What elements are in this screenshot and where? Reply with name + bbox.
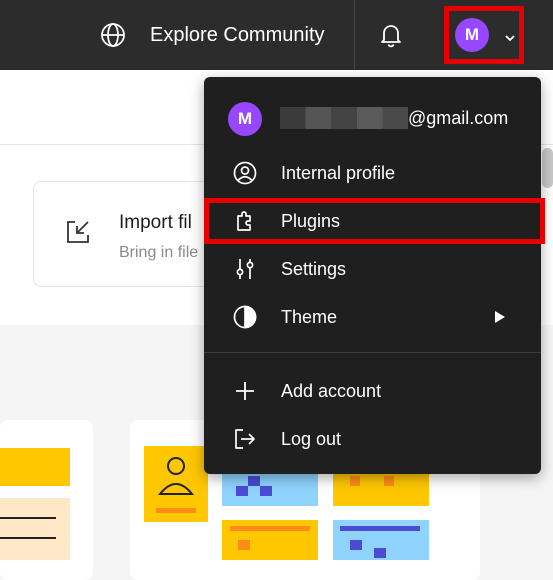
user-circle-icon (233, 161, 257, 185)
menu-item-label: Internal profile (281, 163, 396, 183)
logout-icon (233, 427, 257, 451)
plugin-icon (233, 209, 257, 233)
scrollbar[interactable] (542, 148, 553, 188)
top-bar: Explore Community M (0, 0, 553, 70)
menu-item-label: Settings (281, 259, 347, 279)
bell-icon[interactable] (378, 22, 404, 48)
import-card-title: Import fil (119, 212, 192, 233)
menu-item-internal-profile[interactable]: Internal profile (204, 150, 541, 196)
avatar: M (228, 102, 262, 136)
import-card-subtitle: Bring in file (119, 244, 199, 261)
menu-item-label: Theme (281, 307, 338, 327)
account-row[interactable]: M @gmail.com (204, 95, 541, 143)
account-menu-button[interactable]: M (444, 6, 524, 64)
menu-item-label: Log out (281, 429, 342, 449)
redacted-email-part (280, 107, 408, 129)
menu-item-label: Add account (281, 381, 382, 401)
sliders-icon (233, 257, 257, 281)
menu-item-plugins[interactable]: Plugins (204, 198, 545, 244)
avatar: M (455, 18, 489, 52)
menu-item-theme[interactable]: Theme (204, 294, 541, 340)
topbar-divider (354, 0, 355, 70)
import-icon (64, 218, 92, 246)
globe-icon[interactable] (100, 22, 126, 48)
plus-icon (233, 379, 257, 403)
account-dropdown-menu: M @gmail.com Internal profile Plugins Se… (204, 77, 545, 474)
menu-item-log-out[interactable]: Log out (204, 416, 541, 462)
explore-community-link[interactable]: Explore Community (150, 22, 325, 48)
menu-item-settings[interactable]: Settings (204, 246, 541, 292)
menu-item-add-account[interactable]: Add account (204, 368, 541, 414)
half-circle-icon (233, 305, 257, 329)
menu-item-label: Plugins (281, 211, 341, 231)
chevron-down-icon (503, 31, 517, 45)
file-thumbnail[interactable] (0, 420, 93, 580)
submenu-arrow-icon (494, 310, 506, 324)
account-email: @gmail.com (408, 108, 509, 128)
menu-separator (204, 352, 541, 353)
